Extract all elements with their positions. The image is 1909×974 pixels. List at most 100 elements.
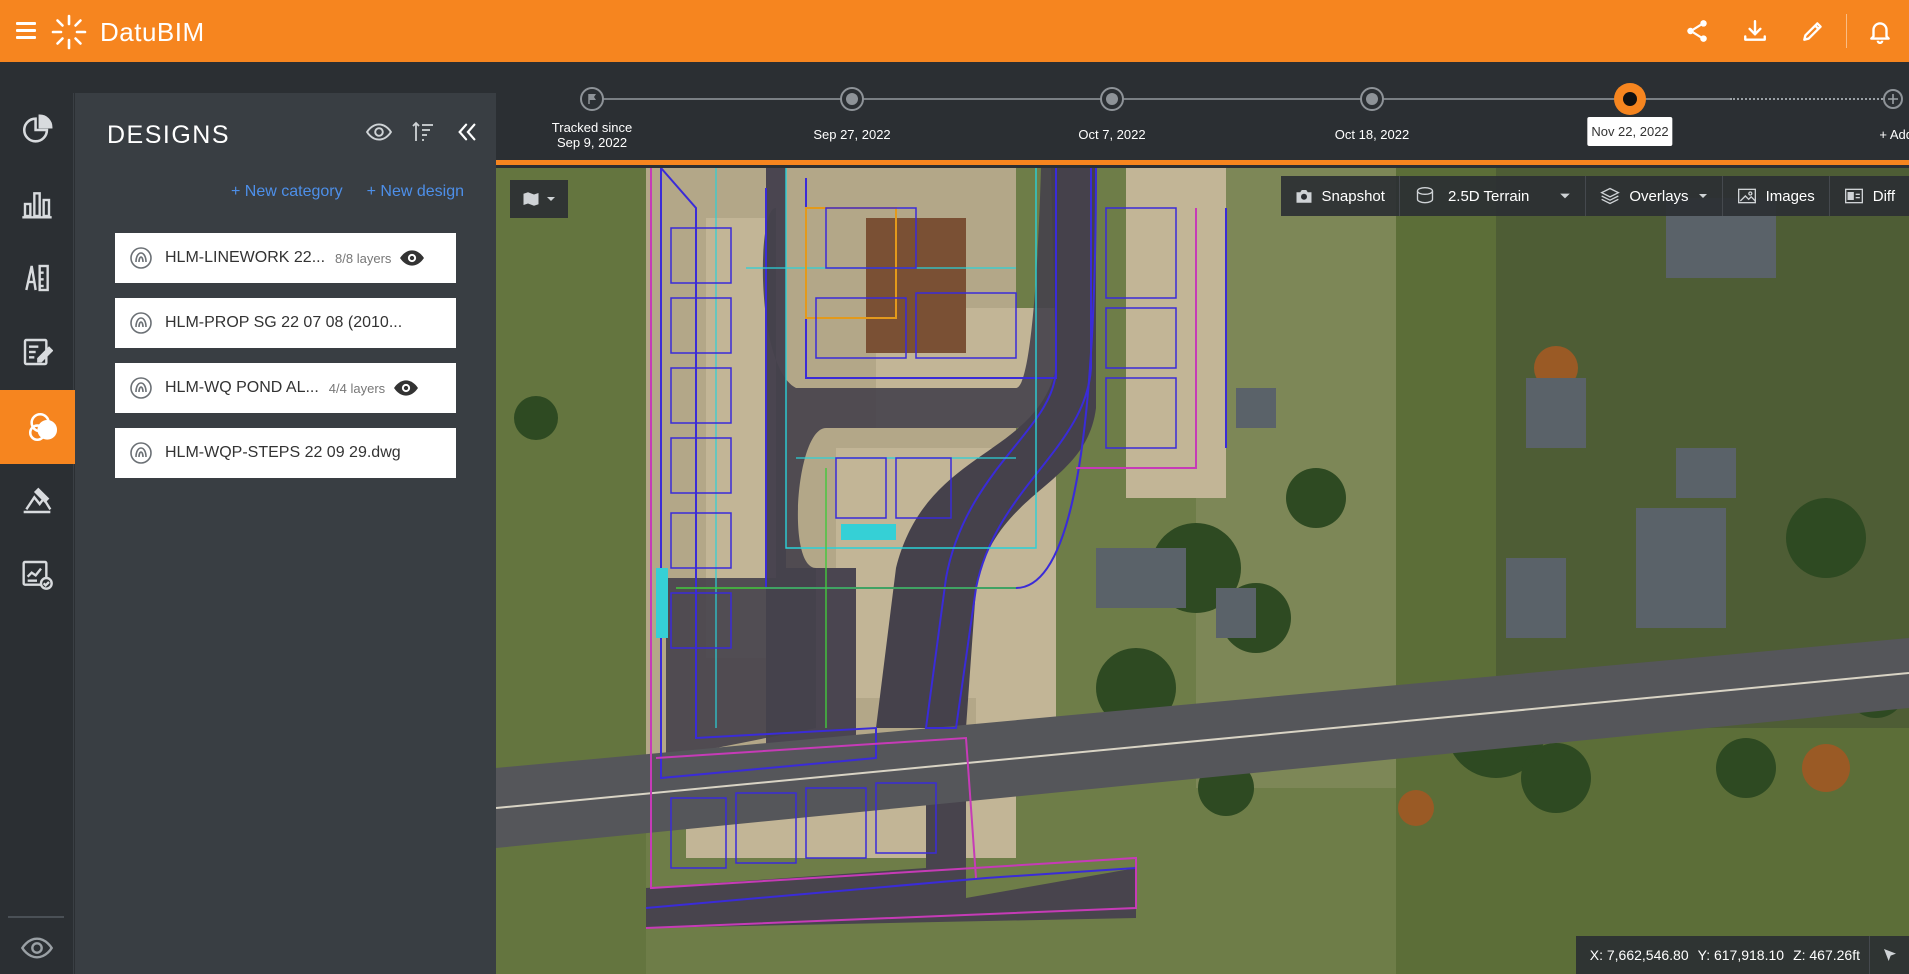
- eye-icon: [366, 123, 392, 141]
- terrain-label: 2.5D Terrain: [1447, 187, 1530, 205]
- app-name: DatuBIM: [100, 16, 205, 47]
- images-button[interactable]: Images: [1723, 176, 1830, 216]
- caret-down-icon: [1560, 193, 1571, 199]
- design-layer-count: 8/8 layers: [335, 250, 392, 266]
- timeline-add-node[interactable]: [1883, 89, 1903, 109]
- new-design-link[interactable]: + New design: [367, 183, 464, 201]
- diff-label: Diff: [1872, 187, 1895, 205]
- coord-z: Z: 467.26ft: [1793, 947, 1860, 963]
- bar-chart-icon: [22, 192, 52, 219]
- design-item[interactable]: HLM-PROP SG 22 07 08 (2010...: [115, 298, 456, 348]
- map-icon: [523, 192, 539, 206]
- designs-panel: DESIGNS + New category + New design HLM-…: [75, 93, 496, 974]
- timeline-future-track: [1730, 98, 1890, 100]
- timeline-label-start[interactable]: Tracked since Sep 9, 2022: [552, 120, 632, 150]
- eye-icon[interactable]: [399, 249, 425, 267]
- notifications-button[interactable]: [1851, 0, 1909, 62]
- edit-button[interactable]: [1784, 0, 1842, 62]
- menu-icon[interactable]: [16, 22, 36, 40]
- new-category-link[interactable]: + New category: [231, 183, 343, 201]
- cursor-icon: [1883, 949, 1896, 961]
- rail-item-designs[interactable]: [0, 390, 86, 464]
- top-bar: DatuBIM: [0, 0, 1909, 62]
- rail-item-dashboard[interactable]: [0, 93, 74, 167]
- report-icon: [23, 338, 53, 366]
- double-chevron-left-icon: [458, 123, 476, 141]
- coordinate-readout: X: 7,662,546.80 Y: 617,918.10 Z: 467.26f…: [1575, 936, 1909, 974]
- plus-icon: [1888, 94, 1898, 104]
- aerial-site-map[interactable]: [496, 168, 1909, 974]
- images-label: Images: [1765, 187, 1815, 205]
- rail-item-measure[interactable]: [0, 241, 74, 315]
- download-button[interactable]: [1726, 0, 1784, 62]
- timeline-start-node[interactable]: [580, 87, 604, 111]
- design-file-icon: [130, 377, 152, 399]
- timeline-date-label[interactable]: Oct 7, 2022: [1078, 127, 1145, 142]
- coord-x: X: 7,662,546.80: [1589, 947, 1689, 963]
- rail-item-visibility[interactable]: [0, 923, 74, 973]
- design-name: HLM-WQ POND AL...: [165, 379, 319, 396]
- timeline-track: [592, 98, 1730, 100]
- toggle-all-visibility-button[interactable]: [364, 117, 394, 147]
- pie-chart-icon: [23, 114, 53, 143]
- timeline-date-label[interactable]: Sep 27, 2022: [813, 127, 890, 142]
- survey-timeline: Tracked since Sep 9, 2022 Sep 27, 2022 O…: [496, 62, 1909, 165]
- bell-icon: [1870, 22, 1890, 44]
- datubim-logo-icon: [51, 14, 87, 50]
- map-viewport[interactable]: Snapshot 2.5D Terrain Overlays Images Di…: [496, 168, 1909, 974]
- left-nav-rail: [0, 93, 86, 974]
- design-file-icon: [130, 442, 152, 464]
- share-button[interactable]: [1668, 0, 1726, 62]
- basemap-selector-button[interactable]: [510, 180, 568, 218]
- rail-item-analytics-reports[interactable]: [0, 537, 74, 611]
- header-divider: [1846, 14, 1847, 48]
- overlays-label: Overlays: [1629, 187, 1689, 205]
- timeline-current-node[interactable]: [1614, 83, 1646, 115]
- eye-icon: [21, 937, 53, 959]
- design-item[interactable]: HLM-WQP-STEPS 22 09 29.dwg: [115, 428, 456, 478]
- timeline-node[interactable]: [1360, 87, 1384, 111]
- share-icon: [1687, 20, 1707, 42]
- timeline-node[interactable]: [1100, 87, 1124, 111]
- rail-divider: [8, 916, 64, 918]
- design-file-icon: [130, 247, 152, 269]
- map-toolbar: Snapshot 2.5D Terrain Overlays Images Di…: [1280, 176, 1909, 216]
- timeline-node[interactable]: [840, 87, 864, 111]
- rail-item-statistics[interactable]: [0, 167, 74, 241]
- terrain-icon: [1416, 187, 1434, 204]
- design-item[interactable]: HLM-LINEWORK 22... 8/8 layers: [115, 233, 456, 283]
- rail-item-inspection[interactable]: [0, 463, 74, 537]
- image-icon: [1737, 188, 1756, 204]
- timeline-current-date[interactable]: Nov 22, 2022: [1587, 117, 1673, 146]
- eye-icon[interactable]: [393, 379, 419, 397]
- overlays-button[interactable]: Overlays: [1586, 176, 1723, 216]
- timeline-add-label[interactable]: + Add: [1879, 127, 1909, 142]
- snapshot-button[interactable]: Snapshot: [1281, 176, 1400, 216]
- app-logo[interactable]: DatuBIM: [50, 13, 205, 51]
- rail-item-reports[interactable]: [0, 315, 74, 389]
- download-icon: [1744, 20, 1766, 41]
- layers-icon: [1600, 187, 1621, 205]
- tracked-since-date: Sep 9, 2022: [556, 135, 628, 150]
- caret-down-icon: [547, 197, 555, 201]
- design-list: HLM-LINEWORK 22... 8/8 layers HLM-PROP S…: [115, 233, 456, 493]
- edit-icon: [1803, 22, 1822, 41]
- camera-icon: [1296, 190, 1312, 203]
- design-file-icon: [130, 312, 152, 334]
- analytics-report-icon: [22, 560, 53, 590]
- inspection-icon: [23, 487, 52, 514]
- diff-button[interactable]: Diff: [1830, 176, 1909, 216]
- panel-title: DESIGNS: [107, 121, 231, 149]
- coord-y: Y: 617,918.10: [1697, 947, 1785, 963]
- terrain-mode-select[interactable]: 2.5D Terrain: [1400, 176, 1587, 216]
- timeline-date-label[interactable]: Oct 18, 2022: [1335, 127, 1409, 142]
- diff-icon: [1844, 188, 1863, 204]
- sort-button[interactable]: [408, 117, 438, 147]
- designs-icon: [28, 412, 58, 442]
- flag-icon: [588, 94, 596, 104]
- tracked-since-text: Tracked since: [551, 120, 633, 135]
- design-item[interactable]: HLM-WQ POND AL... 4/4 layers: [115, 363, 456, 413]
- collapse-panel-button[interactable]: [452, 117, 482, 147]
- design-name: HLM-PROP SG 22 07 08 (2010...: [165, 314, 403, 331]
- pick-point-button[interactable]: [1869, 936, 1909, 974]
